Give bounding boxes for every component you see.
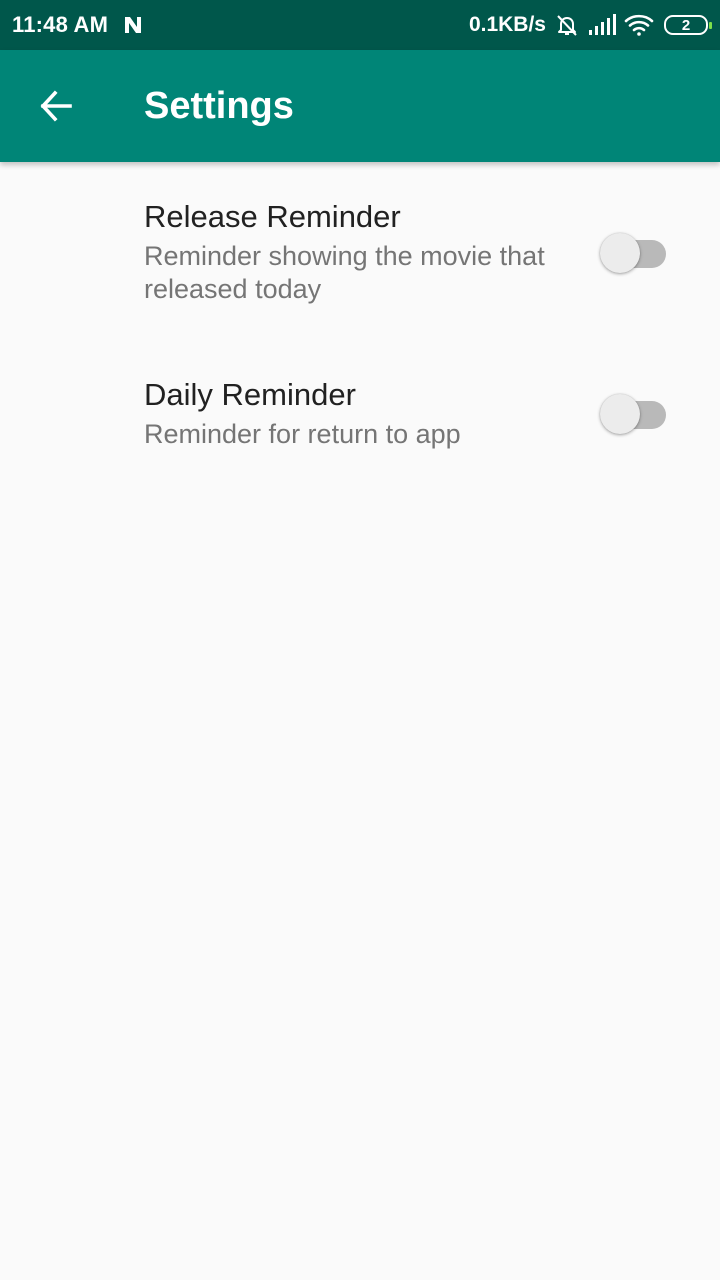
battery-icon: 2 [664,15,712,35]
battery-level: 2 [681,16,691,34]
daily-reminder-switch[interactable] [600,391,668,434]
network-speed: 0.1KB/s [468,13,546,36]
app-bar: Settings [0,50,720,162]
pref-title: Daily Reminder [144,377,356,412]
status-time: 11:48 AM [12,12,109,37]
arrow-left-icon [38,88,74,124]
switch-thumb [600,233,640,273]
status-right-group: 0.1KB/s 2 [468,12,712,38]
page-title: Settings [144,85,294,127]
alarm-off-icon [554,12,580,38]
cellular-signal-icon [588,13,616,37]
pref-summary: Reminder showing the movie that released… [144,241,545,304]
battery-tip [709,22,712,29]
pref-summary: Reminder for return to app [144,419,461,449]
switch-thumb [600,394,640,434]
back-button[interactable] [22,72,90,140]
release-reminder-setting[interactable]: Release Reminder Reminder showing the mo… [0,180,720,330]
wifi-icon [624,13,654,37]
release-reminder-switch[interactable] [600,230,668,273]
pref-title: Release Reminder [144,199,401,234]
daily-reminder-setting[interactable]: Daily Reminder Reminder for return to ap… [0,354,720,474]
status-bar: 11:48 AM 0.1KB/s 2 [0,0,720,50]
n-letter-icon [122,14,144,36]
